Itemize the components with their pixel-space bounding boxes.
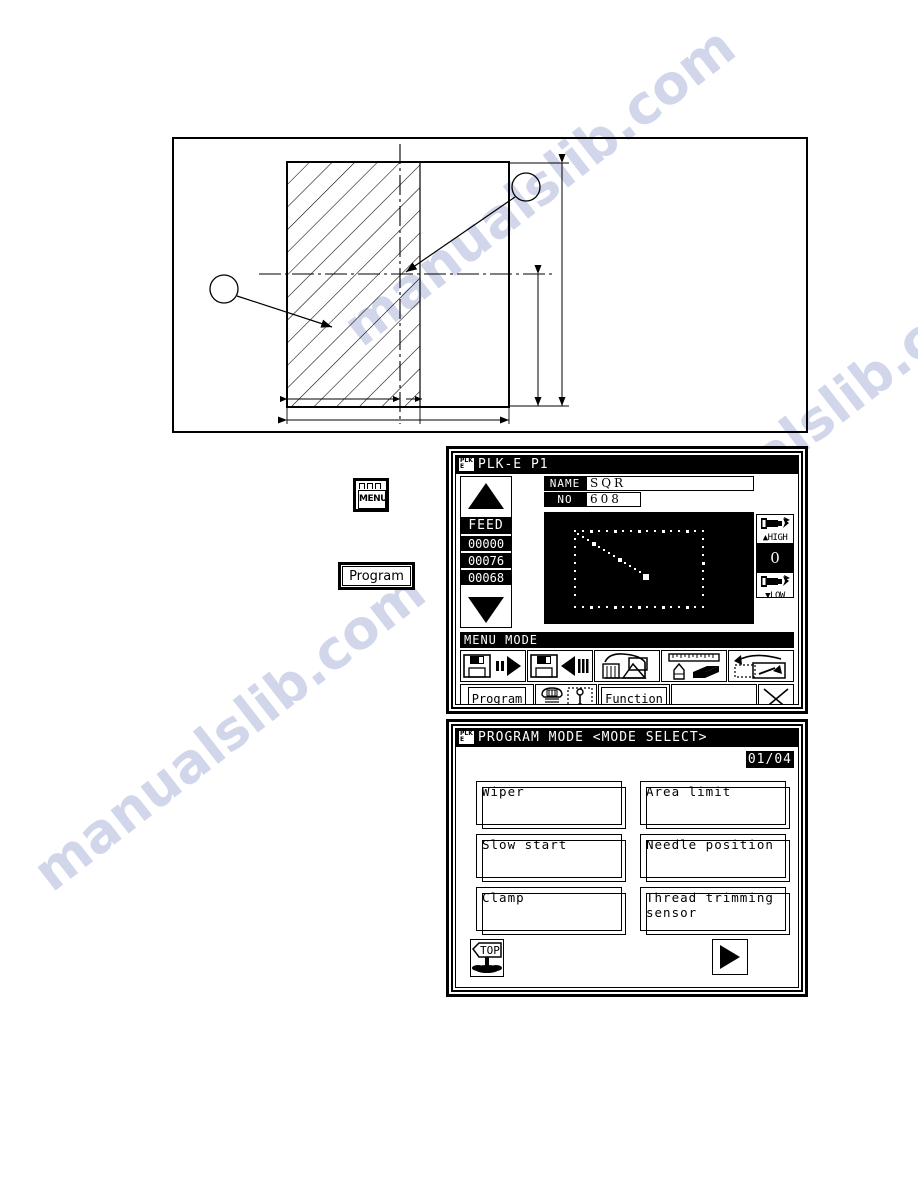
tool-button-row <box>460 650 794 682</box>
close-x-icon <box>763 688 789 704</box>
transform-move-button[interactable] <box>728 650 794 682</box>
mode-select-grid: Wiper Area limit Slow start Needle posit… <box>476 781 790 935</box>
program-hardware-button[interactable]: Program <box>338 562 415 590</box>
speed-low-button[interactable]: ▼LOW <box>757 573 793 601</box>
mode-button-needle-position[interactable]: Needle position <box>640 834 790 882</box>
ruler-pencil-eraser-button[interactable] <box>661 650 727 682</box>
plk-logo-icon: PLK E <box>458 457 475 472</box>
bottom-button-row: Program Function <box>460 684 794 704</box>
menu-button-label: MENU <box>358 490 387 509</box>
watermark-text: manualslib.com <box>21 559 437 904</box>
transform-move-icon <box>734 654 786 679</box>
mode-button-clamp[interactable]: Clamp <box>476 887 626 935</box>
feed-column: FEED 00000 00076 00068 <box>460 476 512 628</box>
technical-drawing <box>172 137 808 433</box>
top-button-label: TOP <box>480 944 500 957</box>
mode-button-label: Needle position <box>646 837 774 852</box>
no-field-label: NO <box>544 492 586 507</box>
mode-button-label: Area limit <box>646 784 732 799</box>
feed-label: FEED <box>461 517 511 534</box>
signpost-icon: TOP <box>472 942 502 973</box>
disabled-area <box>671 684 757 704</box>
name-field-value[interactable]: SQR <box>586 476 754 491</box>
logo-bottom-text: E <box>460 736 465 743</box>
plk-logo-icon: PLK E <box>458 730 475 745</box>
pattern-shape-button[interactable] <box>594 650 660 682</box>
bobbin-needle-button[interactable] <box>535 684 597 704</box>
floppy-read-icon <box>463 654 521 678</box>
panel1-titlebar: PLK E PLK-E P1 <box>456 456 798 474</box>
speed-value: 0 <box>770 549 780 567</box>
pattern-shape-icon <box>602 653 648 679</box>
lcd-panel-program-mode: PLK E PROGRAM MODE <MODE SELECT> 01/04 W… <box>446 719 808 997</box>
no-field-row: NO 608 <box>544 492 754 507</box>
name-field-row: NAME SQR <box>544 476 754 491</box>
function-button[interactable]: Function <box>598 684 670 704</box>
scroll-down-icon[interactable] <box>468 597 504 623</box>
lcd-screen: PLK E PLK-E P1 FEED 00000 00076 00068 NA… <box>455 455 799 705</box>
feed-value: 00076 <box>461 552 511 568</box>
close-button[interactable] <box>758 684 794 704</box>
menu-hardware-button[interactable]: MENU <box>353 478 389 512</box>
name-field-label: NAME <box>544 476 586 491</box>
arrow-right-icon <box>720 945 740 969</box>
panel1-title: PLK-E P1 <box>478 457 549 472</box>
no-field-value[interactable]: 608 <box>586 492 641 507</box>
lcd-panel-menu-mode: PLK E PLK-E P1 FEED 00000 00076 00068 NA… <box>446 446 808 714</box>
motor-high-icon <box>761 517 790 529</box>
motor-low-icon <box>761 575 790 587</box>
feed-value: 00068 <box>461 569 511 585</box>
speed-high-label: ▲HIGH <box>762 533 788 543</box>
top-button[interactable]: TOP <box>470 939 504 977</box>
logo-bottom-text: E <box>460 463 465 470</box>
lcd-screen: PLK E PROGRAM MODE <MODE SELECT> 01/04 W… <box>455 728 799 988</box>
feed-value: 00000 <box>461 535 511 551</box>
needle-position-icon <box>567 687 593 704</box>
lcd-bezel: PLK E PLK-E P1 FEED 00000 00076 00068 NA… <box>451 451 803 709</box>
bobbin-icon <box>541 687 563 703</box>
speed-low-label: ▼LOW <box>765 591 785 601</box>
mode-button-wiper[interactable]: Wiper <box>476 781 626 829</box>
speed-value-display: 0 <box>757 544 793 573</box>
program-button[interactable]: Program <box>460 684 534 704</box>
mode-button-label: Slow start <box>482 837 568 852</box>
floppy-write-button[interactable] <box>527 650 593 682</box>
stitch-pattern-preview[interactable] <box>544 512 754 624</box>
program-button-label: Program <box>467 687 527 704</box>
mode-button-slow-start[interactable]: Slow start <box>476 834 626 882</box>
speed-high-button[interactable]: ▲HIGH <box>757 515 793 544</box>
next-page-button[interactable] <box>712 939 748 975</box>
mode-button-thread-trimming-sensor[interactable]: Thread trimming sensor <box>640 887 790 935</box>
menu-folder-icon <box>359 483 385 490</box>
ruler-pencil-eraser-icon <box>668 653 720 680</box>
mode-button-label: Clamp <box>482 890 525 905</box>
speed-control-column: ▲HIGH 0 ▼LOW <box>756 514 794 601</box>
mode-button-label: Wiper <box>482 784 525 799</box>
function-button-label: Function <box>601 687 667 704</box>
panel2-title: PROGRAM MODE <MODE SELECT> <box>478 730 708 745</box>
panel2-titlebar: PLK E PROGRAM MODE <MODE SELECT> <box>456 729 798 747</box>
mode-status-bar: MENU MODE <box>460 632 794 648</box>
mode-button-area-limit[interactable]: Area limit <box>640 781 790 829</box>
scroll-up-icon[interactable] <box>468 483 504 509</box>
floppy-read-button[interactable] <box>460 650 526 682</box>
panel2-footer: TOP <box>462 939 792 981</box>
program-button-label: Program <box>342 566 411 586</box>
pattern-info-fields: NAME SQR NO 608 <box>544 476 754 508</box>
floppy-write-icon <box>530 654 589 678</box>
mode-button-label: Thread trimming sensor <box>646 890 774 920</box>
page-indicator: 01/04 <box>745 751 794 768</box>
lcd-bezel: PLK E PROGRAM MODE <MODE SELECT> 01/04 W… <box>451 724 803 992</box>
